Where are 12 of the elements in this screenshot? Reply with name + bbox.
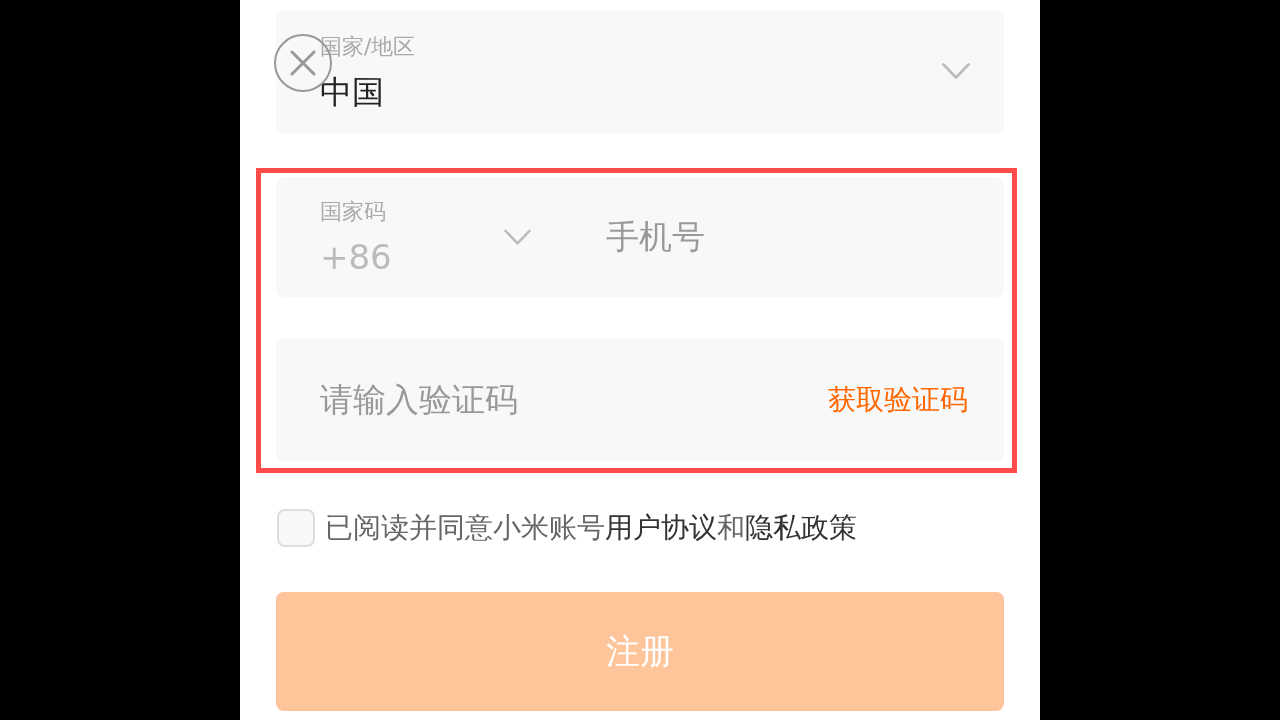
select-value: 中国 [320, 73, 384, 110]
chevron-down-icon [942, 63, 970, 80]
code-input[interactable]: 请输入验证码 [320, 376, 620, 424]
select-value: +86 [320, 239, 392, 275]
field-label: 国家码 [320, 199, 386, 225]
phone-input[interactable]: 手机号 [606, 213, 946, 261]
chevron-down-icon [504, 228, 531, 246]
agreement-link[interactable]: 隐私政策 [745, 511, 857, 544]
agreement-link[interactable]: 用户协议 [605, 511, 717, 544]
close-icon [290, 50, 316, 76]
agreement-checkbox[interactable] [277, 509, 315, 547]
agreement-text: 已阅读并同意小米账号用户协议和隐私政策 [325, 511, 857, 545]
